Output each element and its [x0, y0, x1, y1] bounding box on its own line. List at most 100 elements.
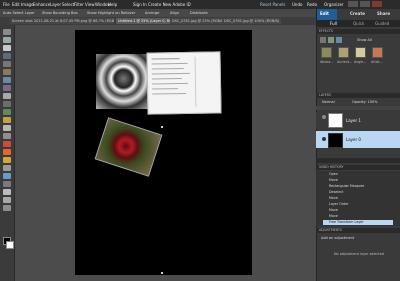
effect-thumb-2[interactable]: [338, 47, 349, 58]
styles-icon[interactable]: [328, 37, 334, 43]
auto-select-checkbox[interactable]: Auto Select Layer: [3, 11, 35, 15]
quick-selection-tool-icon[interactable]: [3, 85, 11, 91]
menu-file[interactable]: File: [3, 2, 10, 7]
blur-tool-icon[interactable]: [3, 189, 11, 195]
layer-row-selected[interactable]: Layer 0: [316, 131, 400, 148]
background-color-swatch[interactable]: [6, 241, 14, 249]
layer-row[interactable]: Layer 1: [316, 112, 400, 129]
history-item[interactable]: Move: [323, 208, 393, 213]
history-item[interactable]: Move: [323, 178, 393, 183]
adjustments-header[interactable]: ADJUSTMENTS: [316, 228, 400, 233]
menu-bar: File Edit Image Enhance Layer Select Fil…: [0, 0, 400, 9]
sign-in-link[interactable]: Sign In: [133, 2, 147, 7]
eye-icon[interactable]: [322, 137, 326, 141]
blend-mode-dropdown[interactable]: Normal: [322, 100, 335, 104]
layer-thumbnail: [328, 113, 343, 128]
maximize-icon[interactable]: [360, 1, 370, 7]
hand-tool-icon[interactable]: [3, 45, 11, 51]
edit-mode-tab[interactable]: Edit: [317, 9, 337, 20]
history-item[interactable]: Move: [323, 214, 393, 219]
red-eye-tool-icon[interactable]: [3, 117, 11, 123]
menu-view[interactable]: View: [85, 2, 95, 7]
no-adjustment-message: No adjustment layer selected: [334, 252, 384, 256]
move-tool-icon[interactable]: [3, 29, 11, 35]
minimize-icon[interactable]: [348, 1, 358, 7]
healing-brush-tool-icon[interactable]: [3, 125, 11, 131]
guided-subtab[interactable]: Guided: [375, 21, 389, 26]
menu-filter[interactable]: Filter: [74, 2, 84, 7]
photo-effects-icon[interactable]: [336, 37, 342, 43]
undo-button[interactable]: Undo: [292, 2, 302, 7]
menu-layer[interactable]: Layer: [50, 2, 61, 7]
text-tool-icon[interactable]: [3, 93, 11, 99]
sponge-tool-icon[interactable]: [3, 197, 11, 203]
show-all-dropdown[interactable]: Show All: [357, 38, 372, 42]
rose-photo-color: [94, 117, 163, 177]
reset-panels-button[interactable]: Reset Panels: [260, 2, 285, 7]
align-dropdown[interactable]: Align: [170, 11, 179, 15]
effects-header[interactable]: EFFECTS: [316, 29, 400, 34]
doc-tab-screenshot[interactable]: Screen shot 2011-08-21 at 8.07.45 PM.png…: [10, 18, 114, 24]
history-item[interactable]: Open: [323, 172, 393, 177]
layer-options-bar: [316, 106, 400, 110]
history-item[interactable]: Deselect: [323, 190, 393, 195]
doc-tab-dsc-100[interactable]: DSC_0351.jpg @ 100% (RGB/8): [222, 18, 281, 24]
doc-tab-dsc-25[interactable]: DSC_0351.jpg @ 25% (RGB/8): [170, 18, 224, 24]
clone-stamp-tool-icon[interactable]: [3, 133, 11, 139]
undo-history-header[interactable]: UNDO HISTORY: [316, 165, 400, 170]
marquee-tool-icon[interactable]: [3, 61, 11, 67]
pencil-tool-icon[interactable]: [3, 205, 11, 211]
transform-center-handle[interactable]: [161, 126, 163, 128]
paint-bucket-tool-icon[interactable]: [3, 165, 11, 171]
document-canvas[interactable]: [75, 30, 252, 275]
lasso-tool-icon[interactable]: [3, 69, 11, 75]
menu-enhance[interactable]: Enhance: [33, 2, 50, 7]
effect-thumb-4[interactable]: [372, 47, 383, 58]
organizer-button[interactable]: Organizer: [324, 2, 344, 7]
gradient-tool-icon[interactable]: [3, 173, 11, 179]
history-item[interactable]: Move: [323, 196, 393, 201]
effect-thumb-3[interactable]: [355, 47, 366, 58]
document-tabs: Screen shot 2011-08-21 at 8.07.45 PM.png…: [0, 17, 316, 25]
menu-edit[interactable]: Edit: [12, 2, 20, 7]
add-adjustment-label: Add an adjustment: [321, 236, 355, 240]
transform-bottom-handle[interactable]: [161, 272, 163, 274]
share-mode-tab[interactable]: Share: [377, 11, 390, 16]
brush-tool-icon[interactable]: [3, 149, 11, 155]
tools-panel: [0, 25, 15, 281]
screenshot-image: [146, 51, 222, 115]
shape-tool-icon[interactable]: [3, 181, 11, 187]
history-item[interactable]: Rectangular Marquee: [323, 184, 393, 189]
menu-help[interactable]: Help: [108, 2, 117, 7]
filters-icon[interactable]: [320, 37, 326, 43]
full-subtab[interactable]: Full: [330, 21, 337, 26]
opacity-field[interactable]: Opacity: 100%: [352, 100, 378, 104]
menu-select[interactable]: Select: [62, 2, 74, 7]
effect-thumb-1[interactable]: [321, 47, 332, 58]
history-item-selected[interactable]: Free Transform Layer: [323, 220, 393, 225]
smart-brush-tool-icon[interactable]: [3, 157, 11, 163]
undo-history-list: Open Move Rectangular Marquee Deselect M…: [316, 171, 400, 226]
redo-button[interactable]: Redo: [307, 2, 317, 7]
eraser-tool-icon[interactable]: [3, 141, 11, 147]
create-adobe-id-link[interactable]: Create New Adobe ID: [148, 2, 191, 7]
quick-subtab[interactable]: Quick: [353, 21, 364, 26]
zoom-tool-icon[interactable]: [3, 37, 11, 43]
highlight-checkbox[interactable]: Show Highlight on Rollover: [87, 11, 135, 15]
eye-icon[interactable]: [322, 115, 326, 119]
distribute-dropdown[interactable]: Distribute: [190, 11, 208, 15]
layer-thumbnail: [328, 133, 343, 148]
bounding-box-checkbox[interactable]: Show Bounding Box: [42, 11, 78, 15]
layers-header[interactable]: LAYERS: [316, 93, 400, 98]
close-icon[interactable]: [372, 1, 382, 7]
arrange-dropdown[interactable]: Arrange: [145, 11, 159, 15]
history-item[interactable]: Layer Order: [323, 202, 393, 207]
create-mode-tab[interactable]: Create: [350, 11, 365, 16]
cookie-cutter-tool-icon[interactable]: [3, 109, 11, 115]
doc-tab-untitled[interactable]: Untitled-1 @ 25% (Layer 0, RGB/8): [116, 18, 172, 24]
eyedropper-tool-icon[interactable]: [3, 53, 11, 59]
favorites-header[interactable]: [316, 158, 400, 163]
menu-image[interactable]: Image: [21, 2, 34, 7]
crop-tool-icon[interactable]: [3, 101, 11, 107]
magic-wand-tool-icon[interactable]: [3, 77, 11, 83]
